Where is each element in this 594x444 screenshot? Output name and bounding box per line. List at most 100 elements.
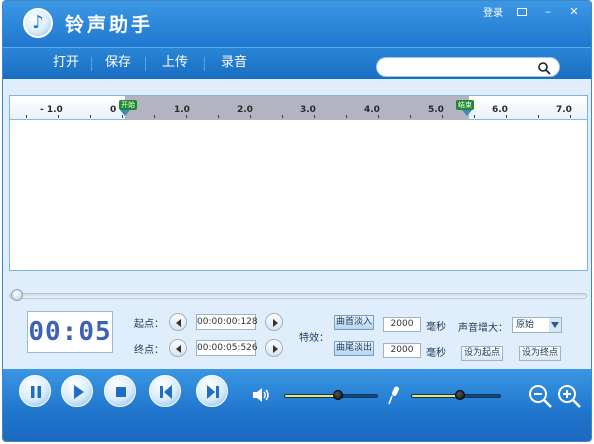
play-icon: [74, 385, 84, 399]
fade-in-button[interactable]: 曲首淡入: [334, 315, 374, 330]
start-label: 起点：: [134, 319, 164, 330]
volume-slider[interactable]: [284, 390, 378, 400]
ruler-tick-label: 2.0: [237, 105, 253, 115]
ruler-tick: [154, 115, 155, 118]
ruler-tick: [506, 115, 507, 118]
skin-icon[interactable]: [515, 6, 529, 18]
zoom-out-icon[interactable]: [527, 383, 553, 409]
menu-divider: [204, 57, 205, 71]
ruler-tick: [26, 115, 27, 118]
main-window: ♪ 铃声助手 登录 – ✕ 打开 保存 上传 录音 - 1.0 0 1.0 2.…: [2, 0, 592, 442]
ruler-tick-label: - 1.0: [40, 105, 63, 115]
play-button[interactable]: [61, 375, 93, 407]
triangle-right-icon: [273, 345, 278, 353]
menu-open[interactable]: 打开: [39, 48, 93, 80]
ruler-tick: [538, 115, 539, 118]
end-marker-handle[interactable]: [462, 110, 472, 116]
fade-in-duration[interactable]: 2000: [383, 317, 421, 332]
triangle-right-icon: [273, 319, 278, 327]
end-next-button[interactable]: [265, 339, 283, 357]
ruler-tick: [378, 115, 379, 118]
set-start-button[interactable]: 设为起点: [461, 346, 503, 361]
minimize-icon[interactable]: –: [541, 5, 555, 18]
start-prev-button[interactable]: [169, 313, 187, 331]
stop-icon: [116, 387, 126, 397]
effects-label: 特效：: [299, 333, 329, 344]
ruler-tick: [442, 115, 443, 118]
microphone-icon[interactable]: [387, 385, 401, 405]
ruler-tick-label: 1.0: [174, 105, 190, 115]
fade-in-unit: 毫秒: [426, 322, 446, 333]
amplify-select[interactable]: 原始: [512, 317, 562, 333]
next-button[interactable]: [196, 375, 228, 407]
title-bar: ♪ 铃声助手 登录 – ✕: [3, 1, 591, 47]
login-link[interactable]: 登录: [483, 4, 503, 19]
speaker-icon[interactable]: [251, 386, 271, 404]
end-marker[interactable]: 结束: [456, 100, 474, 110]
app-title: 铃声助手: [65, 14, 154, 36]
pause-button[interactable]: [19, 375, 51, 407]
ruler-tick: [282, 115, 283, 118]
waveform-panel[interactable]: - 1.0 0 1.0 2.0 3.0 4.0 5.0 6.0 7.0 开始 结…: [9, 95, 588, 271]
position-slider-thumb[interactable]: [11, 289, 23, 301]
skip-forward-icon: [207, 385, 219, 399]
end-time-field[interactable]: 00:00:05:526: [196, 340, 258, 356]
menu-upload[interactable]: 上传: [148, 48, 202, 80]
menu-bar: 打开 保存 上传 录音: [3, 47, 591, 79]
start-marker[interactable]: 开始: [119, 100, 137, 110]
pause-icon: [31, 386, 41, 398]
ruler-tick: [570, 115, 571, 118]
triangle-left-icon: [176, 345, 181, 353]
ruler-tick: [346, 115, 347, 118]
ruler-tick: [250, 115, 251, 118]
end-prev-button[interactable]: [169, 339, 187, 357]
menu-save[interactable]: 保存: [91, 48, 145, 80]
set-end-button[interactable]: 设为终点: [519, 346, 561, 361]
music-note-icon: ♪: [23, 8, 53, 38]
time-display: 00:05: [27, 311, 113, 353]
menu-record[interactable]: 录音: [207, 48, 261, 80]
ruler-tick: [90, 115, 91, 118]
ruler-tick-label: 4.0: [364, 105, 380, 115]
previous-button[interactable]: [149, 375, 181, 407]
amplify-label: 声音增大：: [458, 323, 508, 334]
volume-fill: [285, 395, 339, 397]
menu-divider: [145, 57, 146, 71]
triangle-left-icon: [176, 319, 181, 327]
ruler-tick-label: 3.0: [300, 105, 316, 115]
position-slider[interactable]: [9, 289, 587, 301]
ruler-tick: [474, 115, 475, 118]
mic-level-fill: [412, 395, 461, 397]
mic-level-slider[interactable]: [411, 390, 501, 400]
ruler-tick: [410, 115, 411, 118]
chevron-down-icon[interactable]: [549, 318, 561, 332]
window-controls: 登录 – ✕: [483, 4, 581, 19]
ruler-tick-label: 5.0: [428, 105, 444, 115]
ruler-tick: [58, 115, 59, 118]
zoom-in-icon[interactable]: [556, 383, 582, 409]
search-icon[interactable]: [537, 61, 551, 75]
ruler-tick: [218, 115, 219, 118]
ruler-tick: [186, 115, 187, 118]
ruler-tick-label: 0: [110, 105, 117, 115]
amplify-selected-value: 原始: [516, 320, 535, 330]
ruler-tick-label: 7.0: [556, 105, 572, 115]
search-box: [376, 57, 560, 77]
start-time-field[interactable]: 00:00:00:128: [196, 314, 258, 330]
end-label: 终点：: [134, 345, 164, 356]
time-ruler[interactable]: - 1.0 0 1.0 2.0 3.0 4.0 5.0 6.0 7.0 开始 结…: [10, 96, 587, 120]
mic-level-slider-thumb[interactable]: [455, 390, 466, 400]
skip-back-icon: [160, 385, 172, 399]
fade-out-unit: 毫秒: [426, 348, 446, 359]
fade-out-button[interactable]: 曲尾淡出: [334, 341, 374, 356]
start-marker-handle[interactable]: [120, 110, 130, 116]
ruler-tick: [314, 115, 315, 118]
start-next-button[interactable]: [265, 313, 283, 331]
ruler-tick-label: 6.0: [492, 105, 508, 115]
fade-out-duration[interactable]: 2000: [383, 343, 421, 358]
search-input[interactable]: [387, 60, 537, 74]
stop-button[interactable]: [104, 375, 136, 407]
volume-slider-thumb[interactable]: [333, 390, 344, 400]
playback-toolbar: [3, 369, 591, 441]
close-icon[interactable]: ✕: [567, 5, 581, 18]
